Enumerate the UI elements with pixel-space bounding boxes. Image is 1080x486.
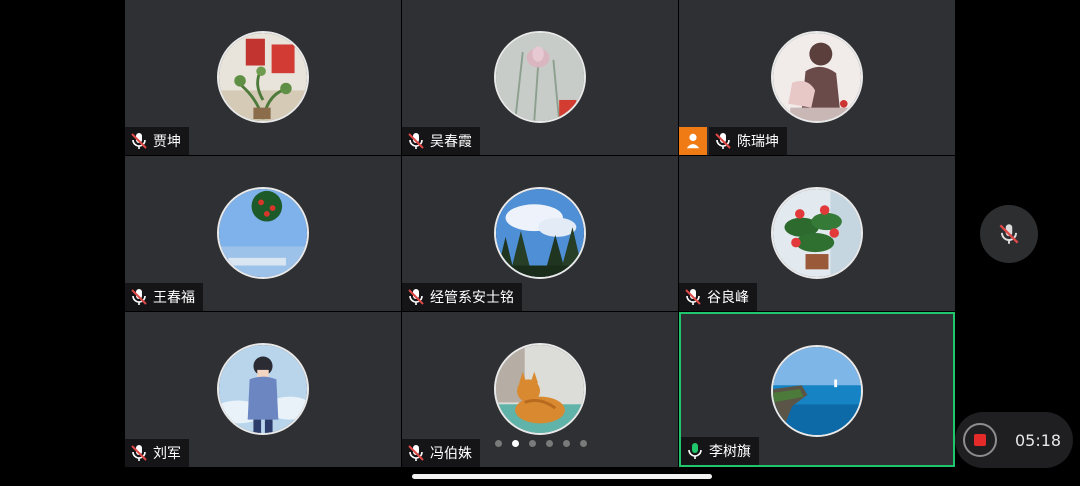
avatar <box>494 187 586 279</box>
avatar-image-forest-clouds <box>496 189 584 277</box>
mic-active-icon <box>685 441 705 461</box>
participant-name: 吴春霞 <box>430 134 472 150</box>
page-dot[interactable] <box>495 440 502 447</box>
mic-off-icon <box>999 224 1019 244</box>
participant-nameplate: 冯伯姝 <box>402 439 480 467</box>
host-badge <box>679 127 707 155</box>
participant-name: 贾坤 <box>153 134 181 150</box>
page-indicator[interactable] <box>495 440 587 447</box>
participant-name: 刘军 <box>153 446 181 462</box>
participant-nameplate: 王春福 <box>125 283 203 311</box>
participant-grid: 贾坤 吴春霞 陈瑞坤 王春福 经管系安士铭 谷良峰 刘军 冯伯姝 李树旗 <box>125 0 955 467</box>
participant-name: 王春福 <box>153 290 195 306</box>
participant-tile[interactable]: 经管系安士铭 <box>402 156 678 311</box>
page-dot[interactable] <box>563 440 570 447</box>
participant-tile[interactable]: 谷良峰 <box>679 156 955 311</box>
avatar <box>771 187 863 279</box>
page-dot[interactable] <box>546 440 553 447</box>
recording-timer: 05:18 <box>1015 430 1062 450</box>
participant-tile[interactable]: 刘军 <box>125 312 401 467</box>
page-dot-current[interactable] <box>512 440 519 447</box>
participant-nameplate: 吴春霞 <box>402 127 480 155</box>
page-dot[interactable] <box>529 440 536 447</box>
mic-muted-icon <box>406 131 426 151</box>
participant-name: 冯伯姝 <box>430 446 472 462</box>
avatar <box>217 31 309 123</box>
participant-tile[interactable]: 吴春霞 <box>402 0 678 155</box>
avatar-image-illustrated-boy <box>219 345 307 433</box>
participant-nameplate: 李树旗 <box>681 437 759 465</box>
avatar <box>217 187 309 279</box>
avatar <box>771 345 863 437</box>
recording-indicator[interactable]: 05:18 <box>955 412 1073 468</box>
avatar <box>494 31 586 123</box>
page-dot[interactable] <box>580 440 587 447</box>
avatar-image-sky-tree <box>219 189 307 277</box>
avatar-image-person-sketch <box>773 33 861 121</box>
participant-nameplate: 经管系安士铭 <box>402 283 522 311</box>
mic-muted-icon <box>713 131 733 151</box>
participant-name: 谷良峰 <box>707 290 749 306</box>
mic-muted-icon <box>129 443 149 463</box>
participant-tile[interactable]: 贾坤 <box>125 0 401 155</box>
participant-nameplate: 刘军 <box>125 439 189 467</box>
participant-name: 经管系安士铭 <box>430 290 514 306</box>
meeting-screen: 贾坤 吴春霞 陈瑞坤 王春福 经管系安士铭 谷良峰 刘军 冯伯姝 李树旗 05:… <box>0 0 1080 486</box>
participant-nameplate: 谷良峰 <box>679 283 757 311</box>
home-indicator[interactable] <box>412 474 712 479</box>
stop-record-icon <box>974 434 986 446</box>
avatar <box>217 343 309 435</box>
mic-muted-icon <box>406 287 426 307</box>
participant-nameplate: 陈瑞坤 <box>709 127 787 155</box>
participant-tile-active-speaker[interactable]: 李树旗 <box>679 312 955 467</box>
participant-tile[interactable]: 陈瑞坤 <box>679 0 955 155</box>
host-person-icon <box>686 133 700 149</box>
avatar <box>494 343 586 435</box>
stop-recording-button[interactable] <box>963 423 997 457</box>
mic-muted-icon <box>406 443 426 463</box>
avatar-image-plant-wall <box>219 33 307 121</box>
participant-name: 李树旗 <box>709 444 751 460</box>
avatar-image-potted-flower <box>773 189 861 277</box>
mic-muted-icon <box>129 287 149 307</box>
avatar-image-seaside-cliff <box>773 347 861 435</box>
avatar-image-lotus <box>496 33 584 121</box>
mute-toggle-button[interactable] <box>980 205 1038 263</box>
mic-muted-icon <box>129 131 149 151</box>
avatar <box>771 31 863 123</box>
avatar-image-orange-cat <box>496 345 584 433</box>
participant-name: 陈瑞坤 <box>737 134 779 150</box>
participant-nameplate: 贾坤 <box>125 127 189 155</box>
participant-tile[interactable]: 王春福 <box>125 156 401 311</box>
mic-muted-icon <box>683 287 703 307</box>
